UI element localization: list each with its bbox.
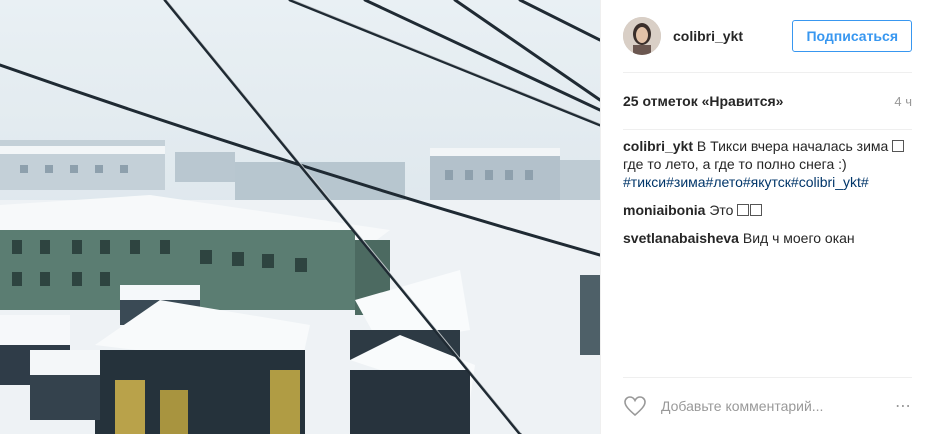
post-time[interactable]: 4 ч — [894, 94, 912, 109]
snowy-town-photo — [0, 0, 600, 434]
comment-item: colibri_ykt В Тикси вчера началась зима … — [623, 137, 912, 191]
post-header: colibri_ykt Подписаться — [623, 0, 912, 73]
comment-username[interactable]: moniaibonia — [623, 202, 705, 218]
post-sidebar: colibri_ykt Подписаться 25 отметок «Нрав… — [600, 0, 933, 434]
comment-item: moniaibonia Это — [623, 201, 912, 219]
post-container: colibri_ykt Подписаться 25 отметок «Нрав… — [0, 0, 933, 434]
hashtag-links[interactable]: #тикси#зима#лето#якутск#colibri_ykt# — [623, 174, 869, 190]
heart-icon[interactable] — [623, 394, 647, 418]
emoji-icon — [737, 204, 750, 216]
comment-bar: ⋯ — [623, 377, 912, 434]
comment-input[interactable] — [659, 397, 895, 415]
avatar[interactable] — [623, 17, 661, 55]
comment-username[interactable]: colibri_ykt — [623, 138, 693, 154]
comment-text: В Тикси вчера началась зима — [696, 138, 889, 154]
comment-username[interactable]: svetlanabaisheva — [623, 230, 739, 246]
more-options-icon[interactable]: ⋯ — [895, 396, 912, 416]
emoji-icon — [750, 204, 763, 216]
comment-text-continued: где то лето, а где то полно снега :) — [623, 156, 847, 172]
author-username[interactable]: colibri_ykt — [673, 28, 792, 44]
comment-text: Это — [709, 202, 734, 218]
comment-text: Вид ч моего окан — [742, 230, 855, 246]
likes-count[interactable]: 25 отметок «Нравится» — [623, 93, 783, 109]
avatar-image — [623, 17, 661, 55]
comment-item: svetlanabaisheva Вид ч моего окан — [623, 229, 912, 247]
follow-button[interactable]: Подписаться — [792, 20, 912, 52]
likes-row: 25 отметок «Нравится» 4 ч — [623, 73, 912, 130]
post-photo[interactable] — [0, 0, 600, 434]
comments-list: colibri_ykt В Тикси вчера началась зима … — [623, 137, 912, 247]
emoji-icon — [892, 140, 905, 152]
